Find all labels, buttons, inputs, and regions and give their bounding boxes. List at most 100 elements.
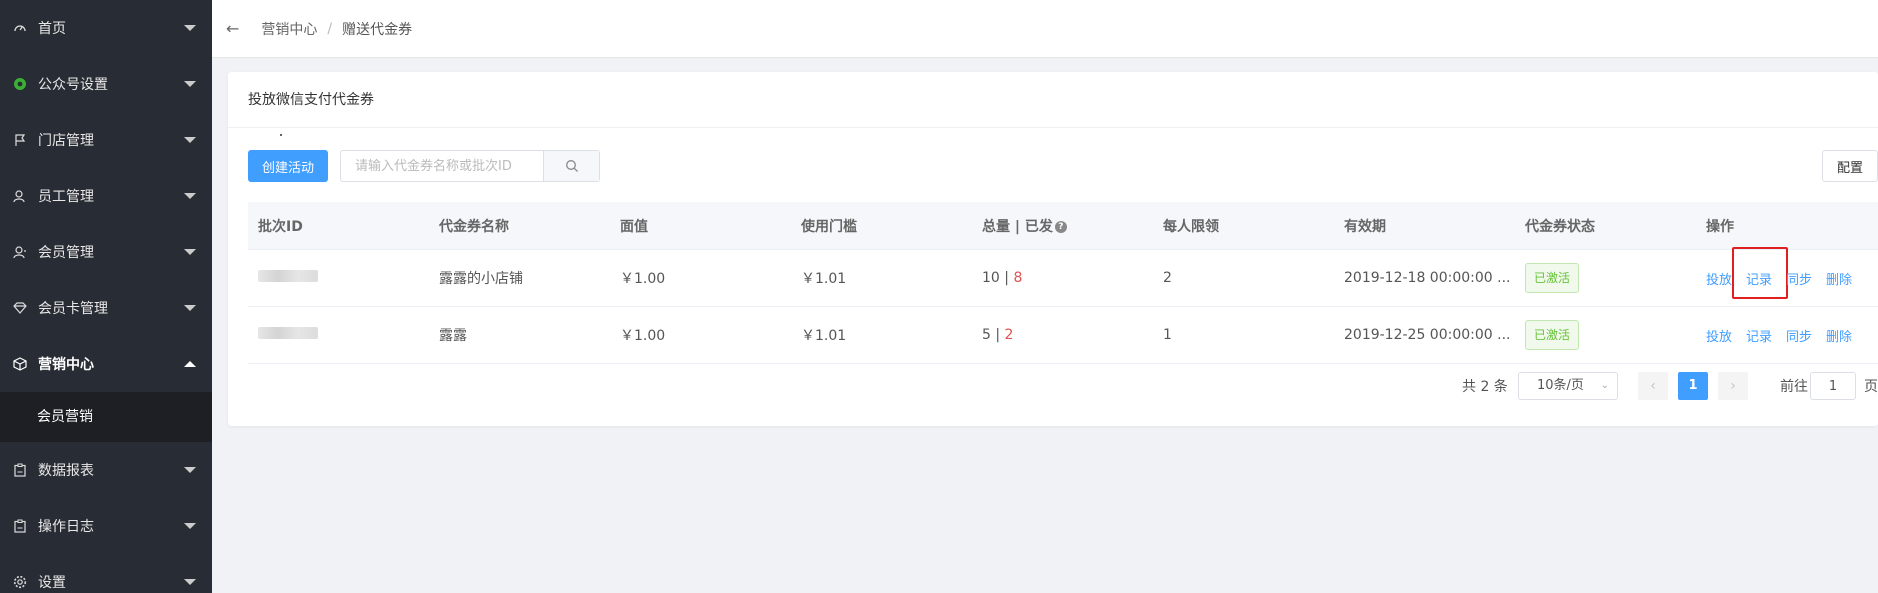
- flag-icon: [12, 132, 28, 148]
- header-ops: 操作: [1706, 218, 1734, 235]
- record-link[interactable]: 记录: [1746, 326, 1772, 345]
- search-input[interactable]: [341, 151, 543, 181]
- box-icon: [12, 356, 28, 372]
- card-title: 投放微信支付代金券: [228, 72, 1878, 128]
- caret-down-icon: [184, 579, 196, 585]
- cell-ops: 投放 记录 同步 删除: [1696, 246, 1876, 299]
- caret-down-icon: [184, 137, 196, 143]
- decorative-dot: [280, 134, 282, 136]
- cell-batch-id: [248, 327, 429, 343]
- sidebar-item-settings[interactable]: 设置: [0, 554, 212, 593]
- caret-down-icon: [184, 249, 196, 255]
- sidebar-item-home[interactable]: 首页: [0, 0, 212, 56]
- page-size-select[interactable]: 10条/页 ⌄: [1518, 372, 1618, 400]
- cell-batch-id: [248, 270, 429, 286]
- total-count: 5: [982, 327, 991, 343]
- caret-down-icon: [184, 81, 196, 87]
- config-button[interactable]: 配置: [1822, 150, 1878, 182]
- sidebar-item-store[interactable]: 门店管理: [0, 112, 212, 168]
- total-count: 10: [982, 270, 1000, 286]
- back-arrow-icon[interactable]: ←: [226, 19, 239, 38]
- header-name: 代金券名称: [439, 218, 509, 235]
- cell-total-sent: 10 | 8: [972, 270, 1153, 286]
- pagination-total: 共 2 条: [1462, 379, 1508, 395]
- total-sent-divider: |: [990, 327, 1005, 343]
- caret-down-icon: [184, 25, 196, 31]
- sidebar-item-reports[interactable]: 数据报表: [0, 442, 212, 498]
- record-link[interactable]: 记录: [1732, 246, 1789, 299]
- cell-threshold: ￥1.01: [801, 271, 847, 287]
- breadcrumb-separator: /: [327, 20, 333, 37]
- header-total-sent-label: 总量 | 已发: [982, 218, 1053, 235]
- next-page-button[interactable]: ›: [1718, 372, 1748, 400]
- diamond-icon: [12, 300, 28, 316]
- search-button[interactable]: [543, 151, 599, 181]
- help-icon[interactable]: ?: [1054, 220, 1067, 233]
- dashboard-icon: [12, 20, 28, 36]
- cell-validity: 2019-12-25 00:00:00 ...: [1344, 327, 1511, 343]
- header-status: 代金券状态: [1525, 218, 1595, 235]
- create-activity-button[interactable]: 创建活动: [248, 150, 328, 182]
- caret-up-icon: [184, 361, 196, 367]
- submenu-item-member-marketing[interactable]: 会员营销: [0, 392, 212, 442]
- user-icon: [12, 188, 28, 204]
- chevron-down-icon: ⌄: [1600, 380, 1609, 391]
- issue-link[interactable]: 投放: [1706, 326, 1732, 345]
- sidebar-item-staff[interactable]: 员工管理: [0, 168, 212, 224]
- goto-label: 前往: [1780, 379, 1808, 395]
- cell-validity: 2019-12-18 00:00:00 ...: [1344, 270, 1511, 286]
- cell-total-sent: 5 | 2: [972, 327, 1153, 343]
- cell-limit: 2: [1163, 270, 1172, 286]
- clipboard-icon: [12, 462, 28, 478]
- sidebar-item-member[interactable]: 会员管理: [0, 224, 212, 280]
- header-face-value: 面值: [620, 218, 648, 235]
- sidebar-item-logs[interactable]: 操作日志: [0, 498, 212, 554]
- cell-face-value: ￥1.00: [620, 271, 666, 287]
- sidebar-item-member-card[interactable]: 会员卡管理: [0, 280, 212, 336]
- clipboard-icon: [12, 518, 28, 534]
- search-icon: [565, 160, 578, 172]
- total-sent-divider: |: [999, 270, 1014, 286]
- header-threshold: 使用门槛: [801, 218, 857, 235]
- table-row: 露露的小店铺 ￥1.00 ￥1.01 10 | 8 2 2019-12-18 0…: [248, 246, 1878, 307]
- caret-down-icon: [184, 523, 196, 529]
- sidebar-item-label: 设置: [38, 575, 66, 591]
- pagination: 共 2 条 10条/页 ⌄ ‹ 1 › 前往 页: [228, 370, 1878, 402]
- member-icon: [12, 244, 28, 260]
- sidebar-item-label: 员工管理: [38, 189, 94, 205]
- sidebar-item-label: 数据报表: [38, 463, 94, 479]
- gear-icon: [12, 574, 28, 590]
- sync-link[interactable]: 同步: [1786, 269, 1812, 288]
- sidebar-item-official-account[interactable]: 公众号设置: [0, 56, 212, 112]
- status-badge: 已激活: [1525, 320, 1580, 350]
- sent-count: 8: [1013, 270, 1023, 286]
- sidebar-item-label: 首页: [38, 21, 66, 37]
- sidebar: 首页 公众号设置 门店管理 员工管理 会员管理 会员卡管理 营销中心 会员营销 …: [0, 0, 212, 593]
- sync-link[interactable]: 同步: [1786, 326, 1812, 345]
- goto-page-input[interactable]: [1810, 372, 1856, 400]
- blurred-batch-id: [258, 270, 318, 282]
- goto-suffix: 页: [1864, 379, 1878, 395]
- breadcrumb-parent[interactable]: 营销中心: [261, 19, 317, 39]
- issue-link[interactable]: 投放: [1706, 269, 1732, 288]
- table-row: 露露 ￥1.00 ￥1.01 5 | 2 1 2019-12-25 00:00:…: [248, 307, 1878, 364]
- cell-ops: 投放 记录 同步 删除: [1696, 326, 1876, 345]
- page-size-value: 10条/页: [1537, 378, 1584, 393]
- sidebar-item-label: 会员管理: [38, 245, 94, 261]
- sidebar-item-label: 门店管理: [38, 133, 94, 149]
- page-number-current[interactable]: 1: [1678, 372, 1708, 400]
- caret-down-icon: [184, 193, 196, 199]
- header-total-sent: 总量 | 已发?: [972, 216, 1153, 236]
- sidebar-item-marketing[interactable]: 营销中心: [0, 336, 212, 392]
- cell-limit: 1: [1163, 327, 1172, 343]
- caret-down-icon: [184, 305, 196, 311]
- prev-page-button[interactable]: ‹: [1638, 372, 1668, 400]
- breadcrumb-bar: ← 营销中心 / 赠送代金券: [212, 0, 1878, 58]
- sidebar-item-label: 操作日志: [38, 519, 94, 535]
- sent-count: 2: [1004, 327, 1014, 343]
- delete-link[interactable]: 删除: [1826, 326, 1852, 345]
- submenu-marketing: 会员营销: [0, 392, 212, 442]
- delete-link[interactable]: 删除: [1826, 269, 1852, 288]
- cell-status: 已激活: [1515, 263, 1696, 293]
- status-badge: 已激活: [1525, 263, 1580, 293]
